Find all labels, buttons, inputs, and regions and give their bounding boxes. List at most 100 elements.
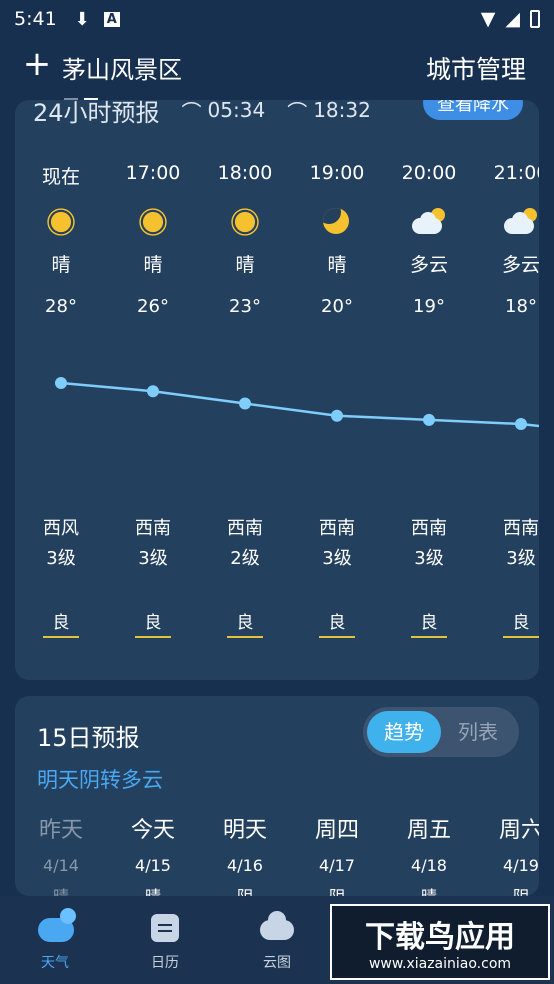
day-date: 4/16: [227, 856, 263, 875]
hourly-forecast-card: 24小时预报 ⌒ 05:34 ⌒ 18:32 查看降水 现在晴 28° 西风 3级良 17:…: [15, 100, 539, 680]
day-name: 昨天: [38, 818, 83, 843]
cloud-map-icon: [260, 911, 294, 940]
hour-condition: 多云: [409, 254, 448, 276]
add-city-button[interactable]: +: [22, 47, 52, 81]
hour-temperature: 19°: [413, 296, 445, 317]
hour-air-quality: 良: [503, 608, 539, 638]
hourly-header: 24小时预报 ⌒ 05:34 ⌒ 18:32: [33, 100, 371, 134]
battery-icon: [530, 10, 540, 28]
hour-time: 18:00: [217, 162, 273, 184]
day-column[interactable]: 周六 4/19 阴: [481, 812, 539, 896]
hour-weather-icon: [504, 208, 537, 236]
download-icon: ⬇: [74, 8, 90, 30]
day-column[interactable]: 周五 4/18 晴: [389, 812, 469, 896]
day-date: 4/18: [411, 856, 447, 875]
temperature-point: [423, 413, 435, 426]
wifi-icon: ▼: [480, 8, 496, 30]
day-weather: 阴: [205, 883, 285, 896]
daily-summary: 明天阴转多云: [37, 768, 163, 792]
city-name[interactable]: 茅山风景区: [62, 50, 182, 85]
hour-air-quality: 良: [319, 608, 355, 638]
hour-condition: 晴: [235, 254, 255, 276]
nav-cloud-map-label: 云图: [263, 955, 291, 971]
day-name: 明天: [222, 818, 267, 843]
sunrise-info: ⌒ 05:34: [182, 100, 266, 125]
hour-wind-level: 3级: [138, 548, 168, 569]
day-name: 周五: [406, 818, 451, 843]
day-name: 周六: [498, 818, 539, 843]
hour-wind-direction: 西南: [135, 518, 171, 539]
temperature-point: [55, 377, 67, 389]
watermark-url: www.xiazainiao.com: [368, 956, 512, 972]
hour-temperature: 26°: [137, 296, 169, 317]
nav-cloud-map[interactable]: 云图: [222, 896, 332, 984]
day-date: 4/14: [43, 856, 79, 875]
font-app-icon: A: [103, 11, 120, 27]
hour-condition: 晴: [51, 254, 71, 276]
watermark-logo: 下载鸟应用 www.xiazainiao.com: [330, 904, 550, 980]
temperature-line: [60, 381, 539, 428]
day-column[interactable]: 周四 4/17 阴: [297, 812, 377, 896]
temperature-point: [239, 397, 251, 410]
hour-wind-level: 3级: [46, 548, 76, 569]
status-bar: 5:41 ⬇ A ▼ ◢: [0, 0, 554, 38]
temperature-point: [147, 385, 159, 398]
hour-temperature: 20°: [321, 296, 353, 317]
moon-icon: [323, 208, 349, 234]
day-column[interactable]: 昨天 4/14 晴: [21, 812, 101, 896]
sunny-icon: [50, 211, 72, 233]
hour-time: 17:00: [125, 162, 181, 184]
hour-wind-direction: 西南: [227, 518, 263, 539]
daily-title: 15日预报: [37, 724, 140, 752]
hour-temperature: 23°: [229, 296, 261, 317]
hour-wind-direction: 西南: [319, 518, 355, 539]
hour-time: 20:00: [401, 162, 457, 184]
hour-air-quality: 良: [43, 608, 79, 638]
hour-air-quality: 良: [227, 608, 263, 638]
day-date: 4/15: [135, 856, 171, 875]
day-weather: 晴: [113, 883, 193, 896]
hour-condition: 晴: [327, 254, 347, 276]
calendar-icon: [151, 914, 179, 942]
hour-wind-direction: 西风: [43, 518, 79, 539]
day-column[interactable]: 明天 4/16 阴: [205, 812, 285, 896]
trend-toggle-option[interactable]: 趋势: [367, 711, 441, 753]
view-toggle: 趋势 列表: [363, 707, 519, 757]
view-precipitation-button[interactable]: 查看降水: [423, 100, 523, 120]
day-weather: 阴: [481, 883, 539, 896]
day-date: 4/17: [319, 856, 355, 875]
list-toggle-option[interactable]: 列表: [441, 711, 515, 753]
hourly-title: 24小时预报: [33, 100, 160, 127]
hour-wind-level: 3级: [414, 548, 444, 569]
day-column[interactable]: 今天 4/15 晴: [113, 812, 193, 896]
hour-wind-direction: 西南: [503, 518, 539, 539]
hour-condition: 晴: [143, 254, 163, 276]
nav-weather-label: 天气: [41, 955, 69, 971]
hour-wind-level: 3级: [506, 548, 536, 569]
hour-weather-icon: [323, 208, 351, 236]
city-manage-button[interactable]: 城市管理: [426, 50, 526, 86]
temperature-point: [331, 409, 343, 422]
day-weather: 晴: [21, 883, 101, 896]
day-weather: 晴: [389, 883, 469, 896]
sunny-icon: [234, 211, 256, 233]
nav-calendar[interactable]: 日历: [110, 896, 220, 984]
hour-time: 19:00: [309, 162, 365, 184]
hour-temperature: 18°: [505, 296, 537, 317]
hour-weather-icon: [47, 208, 75, 236]
hour-time: 21:00: [493, 162, 539, 184]
nav-calendar-label: 日历: [151, 955, 179, 971]
day-name: 今天: [130, 818, 175, 843]
hour-temperature: 28°: [45, 296, 77, 317]
hour-time: 现在: [41, 166, 80, 188]
hour-weather-icon: [139, 208, 167, 236]
hour-wind-level: 3级: [322, 548, 352, 569]
sunset-icon: ⌒: [287, 100, 308, 124]
day-name: 周四: [314, 818, 359, 843]
status-time: 5:41: [14, 8, 57, 30]
top-bar: + 茅山风景区 城市管理: [0, 38, 554, 101]
sunrise-icon: ⌒: [181, 100, 202, 124]
hour-weather-icon: [231, 208, 259, 236]
nav-weather[interactable]: 天气: [0, 896, 110, 984]
sunset-time: 18:32: [313, 100, 371, 122]
